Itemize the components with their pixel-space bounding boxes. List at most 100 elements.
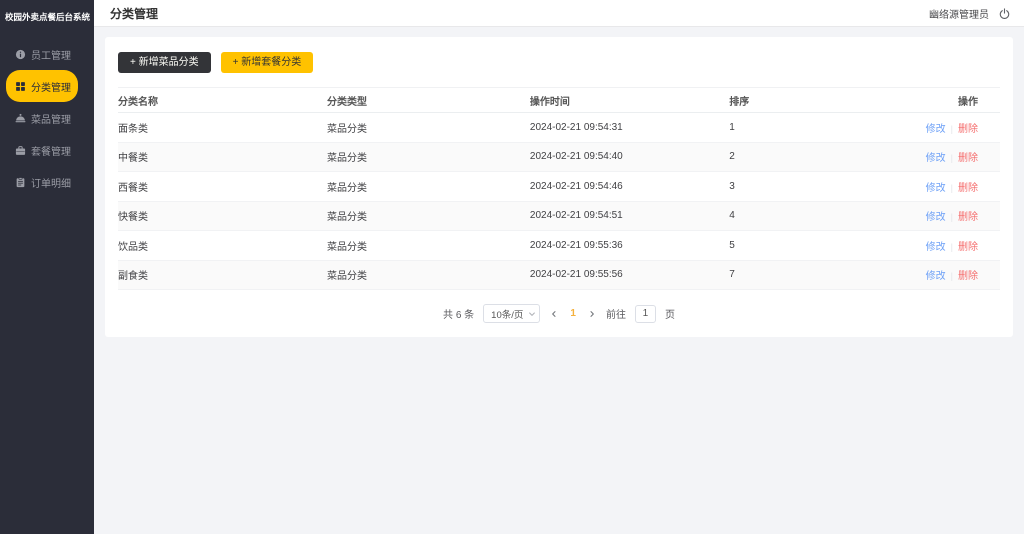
- page-suffix-label: 页: [665, 306, 675, 321]
- app-title: 校园外卖点餐后台系统: [0, 0, 94, 23]
- sidebar-item-label: 分类管理: [31, 79, 71, 94]
- edit-link[interactable]: 修改: [926, 271, 946, 282]
- action-divider: |: [951, 124, 953, 134]
- sidebar-item-categories[interactable]: 分类管理: [6, 70, 78, 102]
- info-circle-icon: [15, 49, 26, 60]
- category-type: 菜品分类: [327, 179, 530, 194]
- edit-link[interactable]: 修改: [926, 153, 946, 164]
- row-actions: 修改 | 删除: [899, 238, 1000, 253]
- row-actions: 修改 | 删除: [899, 208, 1000, 223]
- sidebar-item-label: 菜品管理: [31, 111, 71, 126]
- category-name: 面条类: [118, 120, 327, 135]
- action-divider: |: [951, 183, 953, 193]
- page-title: 分类管理: [110, 5, 158, 22]
- operation-time: 2024-02-21 09:54:31: [530, 122, 729, 133]
- sidebar-item-label: 订单明细: [31, 175, 71, 190]
- category-type: 菜品分类: [327, 120, 530, 135]
- column-header-sort: 排序: [729, 93, 899, 108]
- next-page-icon[interactable]: [587, 310, 597, 318]
- combo-box-icon: [15, 145, 26, 156]
- column-header-name: 分类名称: [118, 93, 327, 108]
- logout-power-icon[interactable]: [999, 8, 1010, 19]
- sort-value: 3: [729, 181, 899, 192]
- sidebar-item-orders[interactable]: 订单明细: [6, 166, 78, 198]
- table-row: 面条类菜品分类2024-02-21 09:54:311 修改 | 删除: [118, 113, 1000, 143]
- sort-value: 7: [729, 269, 899, 280]
- column-header-operation: 操作: [899, 93, 1000, 108]
- category-type: 菜品分类: [327, 267, 530, 282]
- table-row: 中餐类菜品分类2024-02-21 09:54:402 修改 | 删除: [118, 143, 1000, 173]
- delete-link[interactable]: 删除: [958, 271, 978, 282]
- operation-time: 2024-02-21 09:54:40: [530, 151, 729, 162]
- category-name: 中餐类: [118, 149, 327, 164]
- sidebar-item-label: 套餐管理: [31, 143, 71, 158]
- delete-link[interactable]: 删除: [958, 153, 978, 164]
- delete-link[interactable]: 删除: [958, 242, 978, 253]
- row-actions: 修改 | 删除: [899, 179, 1000, 194]
- row-actions: 修改 | 删除: [899, 267, 1000, 282]
- content: + 新增菜品分类 + 新增套餐分类 分类名称 分类类型 操作时间 排序 操作 面…: [94, 27, 1024, 534]
- dish-cloche-icon: [15, 113, 26, 124]
- column-header-time: 操作时间: [530, 93, 729, 108]
- operation-time: 2024-02-21 09:55:36: [530, 240, 729, 251]
- edit-link[interactable]: 修改: [926, 212, 946, 223]
- goto-page-input[interactable]: [635, 305, 656, 323]
- main-area: 分类管理 幽络源管理员 + 新增菜品分类 + 新增套餐分类: [94, 0, 1024, 534]
- sidebar-item-employees[interactable]: 员工管理: [6, 38, 78, 70]
- sidebar-item-combos[interactable]: 套餐管理: [6, 134, 78, 166]
- sort-value: 1: [729, 122, 899, 133]
- category-type: 菜品分类: [327, 149, 530, 164]
- add-combo-category-button[interactable]: + 新增套餐分类: [221, 52, 314, 73]
- category-type: 菜品分类: [327, 208, 530, 223]
- action-divider: |: [951, 153, 953, 163]
- category-grid-icon: [15, 81, 26, 92]
- category-name: 快餐类: [118, 208, 327, 223]
- action-divider: |: [951, 271, 953, 281]
- sidebar-item-label: 员工管理: [31, 47, 71, 62]
- category-table: 分类名称 分类类型 操作时间 排序 操作 面条类菜品分类2024-02-21 0…: [118, 87, 1000, 290]
- toolbar: + 新增菜品分类 + 新增套餐分类: [118, 52, 1000, 73]
- table-row: 副食类菜品分类2024-02-21 09:55:567修改|删除: [118, 261, 1000, 291]
- sidebar: 校园外卖点餐后台系统 员工管理分类管理菜品管理套餐管理订单明细: [0, 0, 94, 534]
- sort-value: 4: [729, 210, 899, 221]
- sidebar-menu: 员工管理分类管理菜品管理套餐管理订单明细: [0, 38, 94, 198]
- sidebar-item-dishes[interactable]: 菜品管理: [6, 102, 78, 134]
- total-count-label: 共 6 条: [443, 306, 474, 321]
- edit-link[interactable]: 修改: [926, 124, 946, 135]
- edit-link[interactable]: 修改: [926, 242, 946, 253]
- page-number-current[interactable]: 1: [568, 308, 578, 319]
- category-card: + 新增菜品分类 + 新增套餐分类 分类名称 分类类型 操作时间 排序 操作 面…: [105, 37, 1013, 337]
- table-row: 饮品类菜品分类2024-02-21 09:55:365 修改 | 删除: [118, 231, 1000, 261]
- category-type: 菜品分类: [327, 238, 530, 253]
- operation-time: 2024-02-21 09:54:51: [530, 210, 729, 221]
- action-divider: |: [951, 212, 953, 222]
- operation-time: 2024-02-21 09:55:56: [530, 269, 729, 280]
- table-row: 西餐类菜品分类2024-02-21 09:54:463 修改 | 删除: [118, 172, 1000, 202]
- pagination: 共 6 条 10条/页 1 前往: [118, 304, 1000, 323]
- column-header-type: 分类类型: [327, 93, 530, 108]
- chevron-down-icon: [528, 310, 536, 318]
- table-body: 面条类菜品分类2024-02-21 09:54:311修改|删除中餐类菜品分类2…: [118, 113, 1000, 290]
- prev-page-icon[interactable]: [549, 310, 559, 318]
- delete-link[interactable]: 删除: [958, 183, 978, 194]
- row-actions: 修改 | 删除: [899, 149, 1000, 164]
- delete-link[interactable]: 删除: [958, 212, 978, 223]
- current-user-label: 幽络源管理员: [929, 6, 989, 21]
- add-dish-category-button[interactable]: + 新增菜品分类: [118, 52, 211, 73]
- operation-time: 2024-02-21 09:54:46: [530, 181, 729, 192]
- category-name: 西餐类: [118, 179, 327, 194]
- goto-label: 前往: [606, 306, 626, 321]
- order-list-icon: [15, 177, 26, 188]
- sort-value: 2: [729, 151, 899, 162]
- page-size-value: 10条/页: [491, 307, 523, 321]
- page-size-select[interactable]: 10条/页: [483, 304, 540, 323]
- table-row: 快餐类菜品分类2024-02-21 09:54:514 修改 | 删除: [118, 202, 1000, 232]
- delete-link[interactable]: 删除: [958, 124, 978, 135]
- edit-link[interactable]: 修改: [926, 183, 946, 194]
- table-header-row: 分类名称 分类类型 操作时间 排序 操作: [118, 87, 1000, 113]
- sort-value: 5: [729, 240, 899, 251]
- app-window: 校园外卖点餐后台系统 员工管理分类管理菜品管理套餐管理订单明细 分类管理 幽络源…: [0, 0, 1024, 534]
- category-name: 饮品类: [118, 238, 327, 253]
- action-divider: |: [951, 242, 953, 252]
- topbar-right: 幽络源管理员: [929, 6, 1010, 21]
